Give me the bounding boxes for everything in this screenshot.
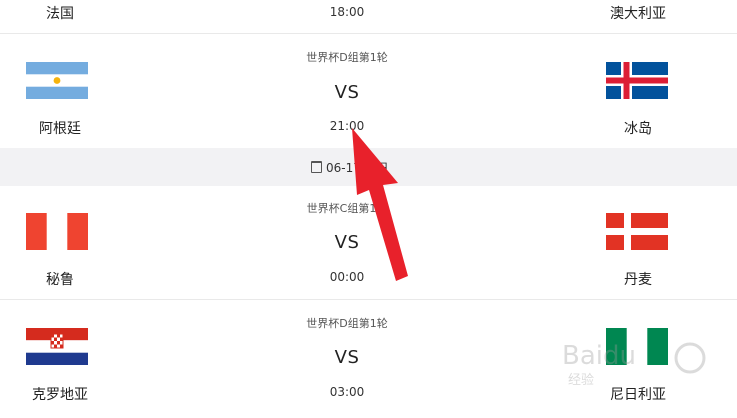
- away-team-name: 澳大利亚: [610, 6, 666, 22]
- date-divider: 06-17 周日: [0, 148, 737, 186]
- match-time: 18:00: [329, 5, 365, 19]
- match-round: 世界杯D组第1轮: [306, 317, 388, 330]
- croatia-flag-icon: [26, 328, 88, 365]
- baidu-watermark-logo: Baidu 经验: [560, 330, 730, 390]
- home-team-name: 克罗地亚: [32, 387, 88, 403]
- date-label: 06-17 周日: [326, 161, 389, 175]
- match-row-argentina-iceland[interactable]: 阿根廷 世界杯D组第1轮 VS 21:00 冰岛: [0, 34, 737, 149]
- vs-label: VS: [334, 232, 360, 253]
- argentina-flag-icon: [26, 62, 88, 99]
- home-team-name: 秘鲁: [46, 272, 74, 288]
- calendar-icon: [311, 161, 322, 173]
- match-time: 21:00: [329, 119, 365, 133]
- watermark-text: Baidu: [562, 341, 636, 371]
- match-time: 00:00: [329, 270, 365, 284]
- away-team-name: 冰岛: [624, 121, 652, 137]
- peru-flag-icon: [26, 213, 88, 250]
- svg-text:经验: 经验: [568, 372, 594, 388]
- iceland-flag-icon: [606, 62, 668, 99]
- home-team-name: 阿根廷: [39, 121, 81, 137]
- denmark-flag-icon: [606, 213, 668, 250]
- date-label-group: 06-17 周日: [311, 159, 389, 176]
- away-team-name: 丹麦: [624, 272, 652, 288]
- match-time: 03:00: [329, 385, 365, 399]
- match-round: 世界杯D组第1轮: [306, 51, 388, 64]
- vs-label: VS: [334, 82, 360, 103]
- home-team-name: 法国: [46, 6, 74, 22]
- vs-label: VS: [334, 347, 360, 368]
- match-round: 世界杯C组第1轮: [306, 202, 388, 215]
- match-row-france-australia[interactable]: 法国 18:00 澳大利亚: [0, 0, 737, 34]
- match-row-peru-denmark[interactable]: 秘鲁 世界杯C组第1轮 VS 00:00 丹麦: [0, 186, 737, 300]
